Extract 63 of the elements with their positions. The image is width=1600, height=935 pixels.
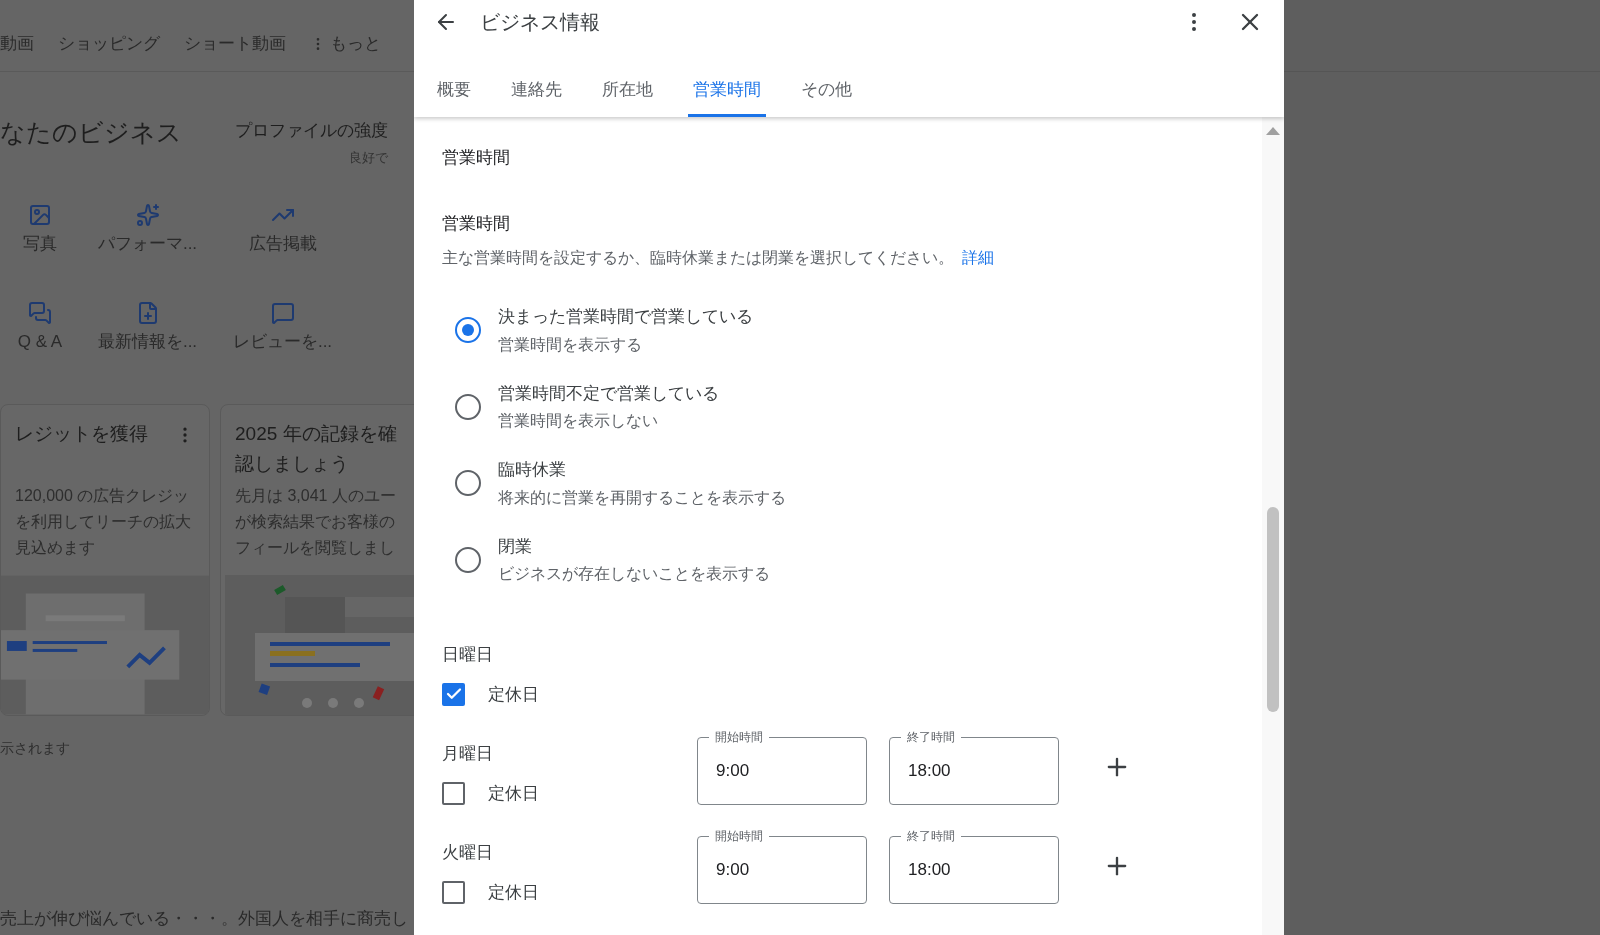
option-title: 決まった営業時間で営業している — [498, 306, 753, 328]
option-subtitle: 将来的に営業を再開することを表示する — [498, 487, 786, 508]
action-button[interactable]: パフォーマ... — [80, 203, 215, 257]
option-title: 臨時休業 — [498, 459, 567, 481]
action-button[interactable]: 最新情報を... — [80, 300, 215, 354]
scrollbar[interactable] — [1262, 117, 1284, 935]
radio-button[interactable] — [455, 393, 481, 420]
dialog-title: ビジネス情報 — [480, 10, 600, 35]
section-title: 営業時間 — [442, 147, 511, 169]
time-field-label: 開始時間 — [709, 828, 769, 844]
tab[interactable]: 概要 — [432, 44, 476, 117]
action-button[interactable]: 写真 — [0, 203, 80, 257]
tab[interactable]: 営業時間 — [688, 44, 766, 117]
card-text: 見込めます — [15, 538, 95, 558]
action-button[interactable]: 広告掲載 — [215, 203, 350, 257]
learn-more-link[interactable]: 詳細 — [962, 246, 994, 270]
tab[interactable]: 所在地 — [597, 44, 658, 117]
time-field-label: 終了時間 — [901, 828, 961, 844]
sparkle-chart-icon — [135, 203, 160, 227]
time-value: 18:00 — [908, 760, 951, 783]
time-value: 9:00 — [716, 859, 750, 882]
review-icon — [270, 300, 295, 325]
footer-text: 売上が伸び悩んでいる・・・。外国人を相手に商売し — [0, 907, 409, 930]
tab[interactable]: 連絡先 — [506, 44, 567, 117]
checkbox-label: 定休日 — [488, 683, 539, 706]
checkbox[interactable] — [442, 682, 465, 706]
action-button[interactable]: レビューを... — [215, 300, 350, 354]
profile-strength-label: プロファイルの強度 — [235, 120, 388, 142]
nav-tab[interactable]: 動画 — [0, 30, 34, 57]
card-text: 120,000 の広告クレジッ — [15, 486, 190, 506]
checkbox[interactable] — [442, 880, 465, 904]
option-subtitle: ビジネスが存在しないことを表示する — [498, 564, 770, 584]
time-value: 18:00 — [908, 859, 951, 882]
checkbox[interactable] — [442, 781, 465, 805]
option-title: 閉業 — [498, 535, 533, 558]
tab[interactable]: その他 — [796, 44, 857, 117]
radio-button[interactable] — [455, 470, 481, 497]
day-label: 日曜日 — [442, 644, 494, 666]
chat-bubbles-icon — [28, 300, 52, 325]
radio-button[interactable] — [455, 317, 481, 344]
time-field-label: 開始時間 — [709, 729, 769, 745]
card-title: レジットを獲得 — [15, 422, 148, 446]
checkbox-label: 定休日 — [488, 782, 539, 805]
card-title: 認しましょう — [235, 452, 350, 476]
option-title: 営業時間不定で営業している — [498, 382, 719, 405]
scrollbar-thumb[interactable] — [1267, 507, 1279, 712]
image-icon — [28, 203, 52, 227]
radio-button[interactable] — [455, 546, 481, 573]
more-menu[interactable]: もっと — [310, 30, 381, 57]
day-label: 月曜日 — [442, 743, 494, 765]
checkbox-label: 定休日 — [488, 881, 539, 904]
page-heading: なたのビジネス — [0, 117, 183, 148]
day-label: 火曜日 — [442, 842, 494, 864]
time-value: 9:00 — [716, 760, 750, 783]
action-button[interactable]: Q & A — [0, 300, 80, 354]
description-text: 主な営業時間を設定するか、臨時休業または閉業を選択してください。 — [442, 248, 954, 268]
nav-tab[interactable]: ショッピング — [58, 30, 160, 57]
time-field-label: 終了時間 — [901, 729, 961, 745]
card-title: 2025 年の記録を確 — [235, 422, 397, 446]
nav-tab[interactable]: ショート動画 — [184, 30, 286, 57]
option-subtitle: 営業時間を表示する — [498, 334, 643, 355]
field-label: 営業時間 — [442, 212, 511, 235]
option-subtitle: 営業時間を表示しない — [498, 411, 659, 431]
